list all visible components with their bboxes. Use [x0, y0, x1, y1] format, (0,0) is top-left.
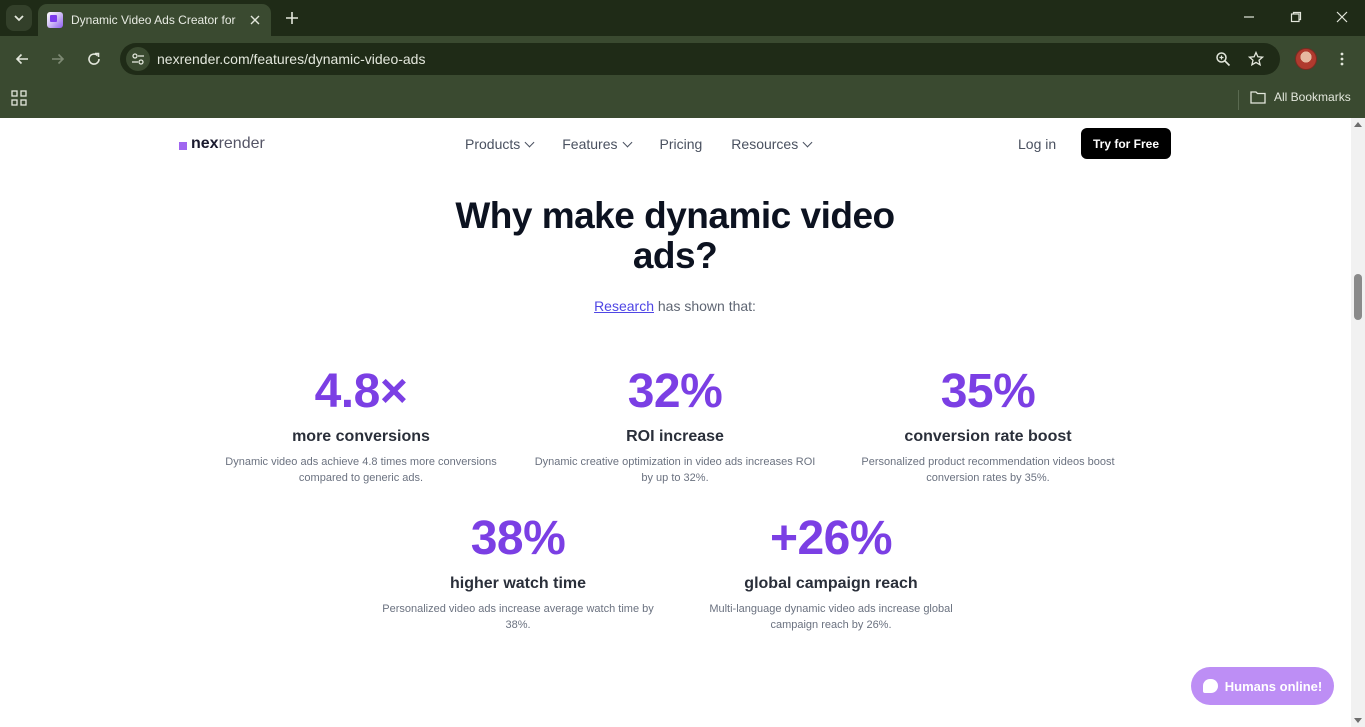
new-tab-icon[interactable] — [280, 6, 304, 30]
stat-card: 38% higher watch time Personalized video… — [368, 511, 668, 633]
stat-label: conversion rate boost — [904, 428, 1072, 445]
chevron-down-icon — [14, 15, 24, 22]
stat-description: Personalized product recommendation vide… — [861, 456, 1115, 484]
logo-text-bold: nex — [191, 135, 219, 152]
bookmark-star-icon[interactable] — [1247, 50, 1265, 68]
profile-avatar[interactable] — [1295, 48, 1317, 70]
site-favicon-icon — [47, 12, 63, 28]
stat-label: higher watch time — [449, 575, 587, 592]
stat-description: Dynamic video ads achieve 4.8 times more… — [225, 456, 497, 484]
stat-card: 35% conversion rate boost Personalized p… — [838, 364, 1138, 486]
stat-description: Personalized video ads increase average … — [382, 603, 654, 631]
all-bookmarks-label: All Bookmarks — [1274, 90, 1351, 104]
web-page: nex render Products Features Pricing Res… — [0, 118, 1351, 727]
apps-grid-icon[interactable] — [11, 90, 27, 106]
bookmarks-bar: All Bookmarks — [0, 82, 1365, 118]
stat-card: +26% global campaign reach Multi-languag… — [681, 511, 981, 633]
all-bookmarks-button[interactable]: All Bookmarks — [1250, 90, 1351, 104]
stat-label: global campaign reach — [744, 575, 918, 592]
section-subline: Research has shown that: — [425, 298, 925, 314]
chevron-down-icon — [622, 137, 632, 148]
stat-label: ROI increase — [626, 428, 724, 445]
url-text[interactable]: nexrender.com/features/dynamic-video-ads — [157, 51, 425, 67]
tab-strip: Dynamic Video Ads Creator for — [0, 0, 1365, 36]
bookmarks-divider — [1238, 90, 1239, 110]
address-bar[interactable]: nexrender.com/features/dynamic-video-ads — [120, 43, 1280, 75]
chat-label: Humans online! — [1224, 678, 1323, 694]
nav-pricing[interactable]: Pricing — [660, 136, 703, 152]
stat-description: Multi-language dynamic video ads increas… — [709, 603, 953, 631]
subline-text: has shown that: — [653, 298, 756, 314]
logo-text-light: render — [218, 135, 265, 152]
browser-toolbar: nexrender.com/features/dynamic-video-ads — [0, 36, 1365, 82]
stat-value: 4.8× — [314, 365, 408, 418]
scroll-thumb[interactable] — [1354, 274, 1362, 320]
stat-card: 4.8× more conversions Dynamic video ads … — [211, 364, 511, 486]
stat-label: more conversions — [292, 428, 430, 445]
zoom-icon[interactable] — [1214, 50, 1232, 68]
nav-pricing-label: Pricing — [659, 136, 703, 152]
nav-resources-label: Resources — [731, 136, 799, 152]
nav-features[interactable]: Features — [562, 136, 632, 152]
main-nav: Products Features Pricing Resources — [465, 136, 813, 152]
site-header: nex render Products Features Pricing Res… — [0, 118, 1351, 170]
scroll-up-arrow-icon[interactable] — [1354, 122, 1362, 127]
close-tab-icon[interactable] — [247, 12, 263, 28]
tab-title: Dynamic Video Ads Creator for — [71, 13, 236, 27]
section-headline: Why make dynamic video ads? — [455, 195, 895, 276]
site-info-icon[interactable] — [126, 47, 150, 71]
logo-square-icon — [179, 141, 187, 150]
stat-value: 38% — [470, 512, 566, 565]
chevron-down-icon — [802, 137, 813, 148]
login-link[interactable]: Log in — [1018, 136, 1056, 152]
stat-value: 32% — [627, 365, 723, 418]
try-for-free-button[interactable]: Try for Free — [1081, 128, 1171, 159]
research-link[interactable]: Research — [594, 298, 654, 314]
nav-products[interactable]: Products — [465, 136, 535, 152]
stat-card: 32% ROI increase Dynamic creative optimi… — [525, 364, 825, 486]
chat-widget-button[interactable]: Humans online! — [1191, 667, 1334, 705]
scroll-down-arrow-icon[interactable] — [1354, 718, 1362, 723]
stat-description: Dynamic creative optimization in video a… — [534, 456, 816, 484]
restore-icon[interactable] — [1273, 0, 1319, 34]
tab-search-button[interactable] — [6, 5, 32, 31]
back-arrow-icon[interactable] — [9, 46, 35, 72]
nav-features-label: Features — [562, 136, 618, 152]
chat-bubble-icon — [1202, 679, 1218, 693]
nav-resources[interactable]: Resources — [731, 136, 813, 152]
nav-products-label: Products — [465, 136, 521, 152]
close-window-icon[interactable] — [1319, 0, 1365, 34]
browser-menu-icon[interactable] — [1332, 49, 1352, 69]
site-logo[interactable]: nex render — [179, 135, 265, 153]
stat-value: +26% — [769, 512, 893, 565]
reload-icon[interactable] — [81, 46, 107, 72]
browser-tab[interactable]: Dynamic Video Ads Creator for — [38, 4, 271, 36]
page-scrollbar[interactable] — [1351, 118, 1365, 727]
minimize-icon[interactable] — [1226, 0, 1272, 34]
folder-icon — [1250, 91, 1266, 104]
forward-arrow-icon[interactable] — [45, 46, 71, 72]
chevron-down-icon — [524, 137, 535, 148]
stat-value: 35% — [940, 365, 1036, 418]
